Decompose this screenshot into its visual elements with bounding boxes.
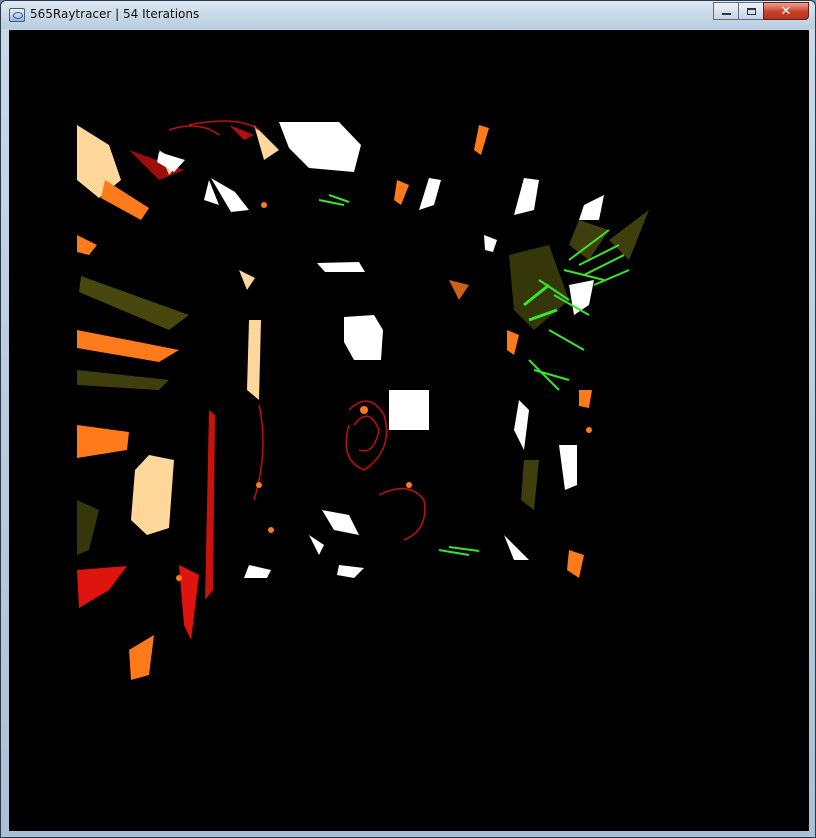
maximize-icon (746, 7, 756, 15)
window-title: 565Raytracer | 54 Iterations (30, 7, 200, 21)
raytraced-scene (9, 30, 809, 831)
close-button[interactable]: ✕ (763, 2, 809, 20)
minimize-button[interactable] (713, 2, 739, 20)
maximize-button[interactable] (738, 2, 764, 20)
app-window-icon[interactable] (9, 8, 25, 22)
window-controls: ✕ (713, 2, 809, 20)
title-bar[interactable]: 565Raytracer | 54 Iterations ✕ (1, 1, 815, 29)
close-icon: ✕ (780, 3, 792, 19)
app-window: 565Raytracer | 54 Iterations ✕ (0, 0, 816, 838)
minimize-icon (721, 13, 731, 15)
scene-background (9, 30, 809, 831)
render-canvas[interactable] (9, 30, 809, 831)
